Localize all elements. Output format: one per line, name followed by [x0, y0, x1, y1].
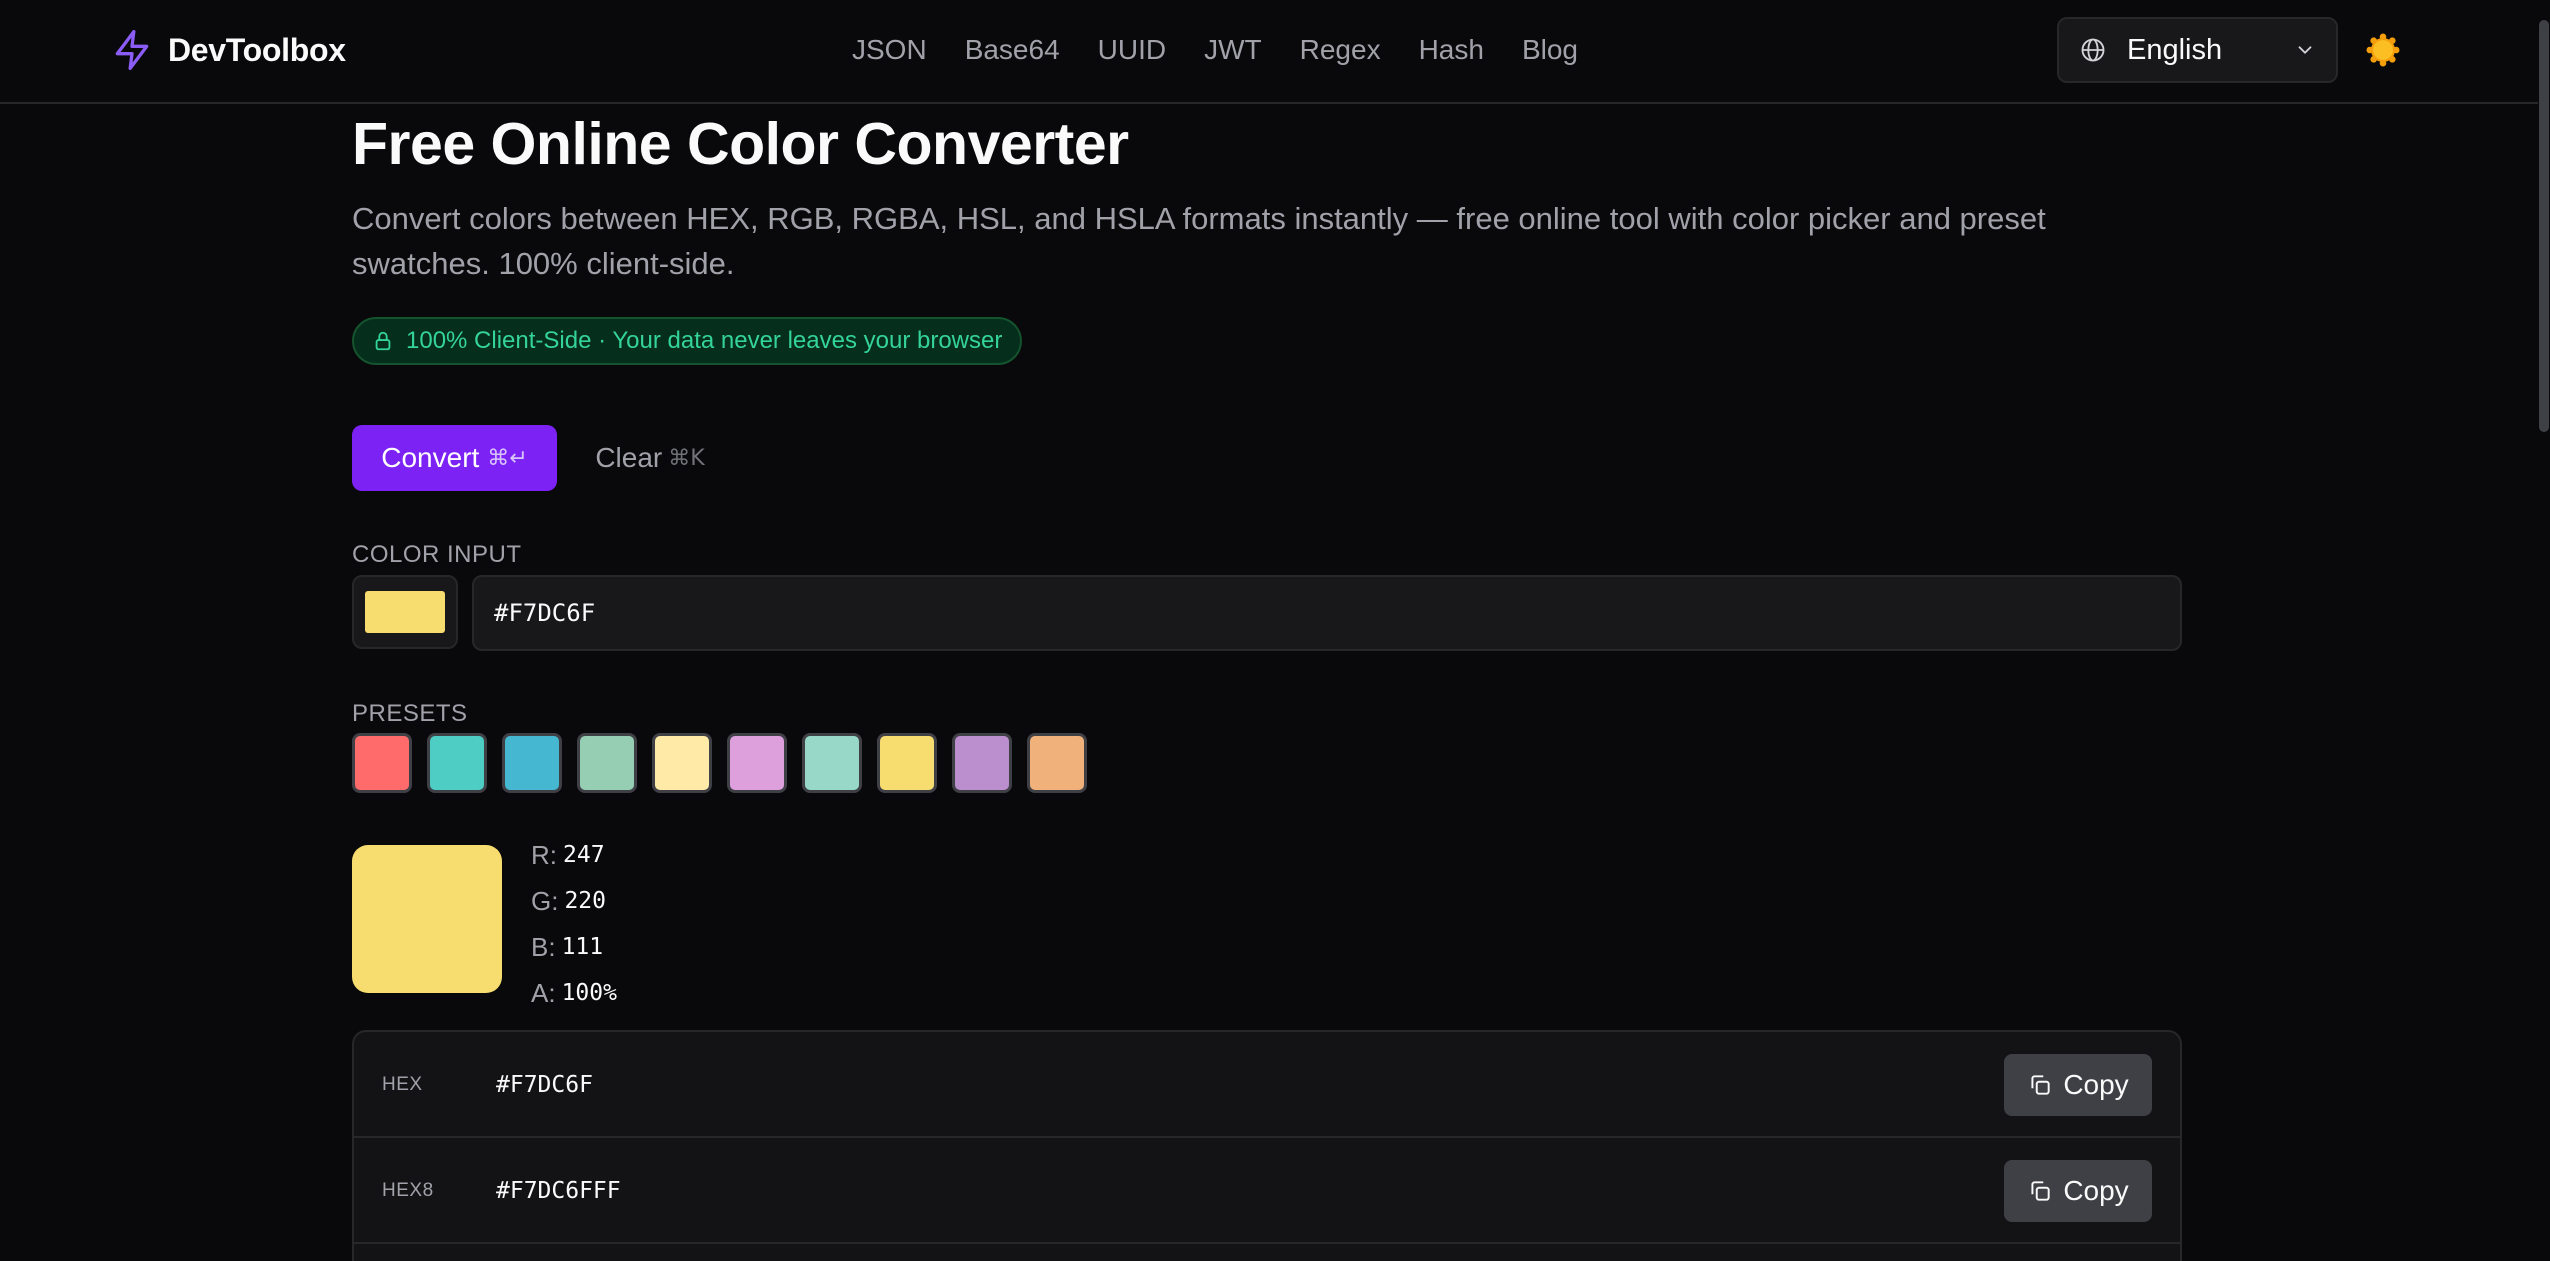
preset-swatch[interactable]	[727, 733, 787, 793]
channel-row-b: B: 111	[531, 924, 617, 970]
color-picker-swatch	[365, 591, 445, 633]
color-picker-button[interactable]	[352, 575, 458, 649]
scrollbar-thumb[interactable]	[2539, 20, 2549, 432]
main-nav: JSON Base64 UUID JWT Regex Hash Blog	[852, 28, 1578, 72]
preset-swatch[interactable]	[352, 733, 412, 793]
theme-toggle-button[interactable]	[2363, 30, 2403, 70]
channel-key: G:	[531, 885, 559, 916]
preset-swatch[interactable]	[1027, 733, 1087, 793]
channel-row-r: R: 247	[531, 832, 617, 878]
channel-row-g: G: 220	[531, 878, 617, 924]
nav-link-regex[interactable]: Regex	[1300, 34, 1381, 66]
format-row-hex8: HEX8 #F7DC6FFF Copy	[354, 1138, 2180, 1244]
page-title: Free Online Color Converter	[352, 111, 1129, 177]
formats-card: HEX #F7DC6F Copy HEX8 #F7DC6FFF Copy	[352, 1030, 2182, 1261]
lock-icon	[375, 331, 391, 351]
channel-key: A:	[531, 977, 556, 1008]
nav-link-hash[interactable]: Hash	[1419, 34, 1484, 66]
copy-button-label: Copy	[2063, 1069, 2129, 1100]
brand-name: DevToolbox	[168, 31, 346, 68]
color-preview-swatch	[352, 845, 502, 993]
nav-link-json[interactable]: JSON	[852, 34, 927, 66]
sun-icon	[2366, 33, 2400, 67]
convert-button[interactable]: Convert ⌘↵	[352, 425, 557, 491]
page-scrollbar[interactable]	[2538, 0, 2550, 1261]
format-label: HEX	[382, 1074, 423, 1095]
channel-value: 111	[561, 934, 604, 960]
copy-icon	[2031, 1075, 2050, 1095]
color-input-label: COLOR INPUT	[352, 541, 522, 568]
preset-swatch[interactable]	[502, 733, 562, 793]
copy-button-label: Copy	[2063, 1175, 2129, 1206]
brand-logo-link[interactable]: DevToolbox	[110, 26, 346, 74]
nav-link-uuid[interactable]: UUID	[1098, 34, 1166, 66]
channel-key: R:	[531, 839, 557, 870]
clear-button-label: Clear	[595, 442, 663, 473]
preset-swatch[interactable]	[952, 733, 1012, 793]
copy-hex8-button[interactable]: Copy	[2004, 1160, 2152, 1222]
channel-key: B:	[531, 931, 556, 962]
clear-shortcut: ⌘K	[668, 445, 705, 471]
convert-button-label: Convert	[381, 442, 480, 473]
clear-button[interactable]: Clear ⌘K	[580, 425, 720, 491]
copy-icon	[2031, 1181, 2050, 1201]
color-text-input[interactable]	[472, 575, 2182, 651]
format-row-hex: HEX #F7DC6F Copy	[354, 1032, 2180, 1138]
lightning-icon	[115, 30, 149, 70]
privacy-badge: 100% Client-Side · Your data never leave…	[352, 317, 1023, 365]
channel-value: 100%	[561, 980, 617, 1006]
globe-icon	[2081, 38, 2105, 62]
format-label: HEX8	[382, 1180, 434, 1201]
nav-link-base64[interactable]: Base64	[965, 34, 1060, 66]
top-navbar: DevToolbox JSON Base64 UUID JWT Regex Ha…	[0, 0, 2538, 104]
preset-swatch[interactable]	[877, 733, 937, 793]
copy-hex-button[interactable]: Copy	[2004, 1054, 2152, 1116]
channel-value: 220	[564, 888, 606, 914]
page-description: Convert colors between HEX, RGB, RGBA, H…	[352, 201, 2046, 281]
language-value: English	[2127, 33, 2223, 66]
nav-link-jwt[interactable]: JWT	[1204, 34, 1262, 66]
channel-row-a: A: 100%	[531, 970, 617, 1016]
preset-swatch[interactable]	[802, 733, 862, 793]
privacy-badge-text: 100% Client-Side · Your data never leave…	[406, 327, 1003, 354]
presets-label: PRESETS	[352, 700, 468, 727]
preset-swatch[interactable]	[427, 733, 487, 793]
format-value[interactable]: #F7DC6F	[496, 1032, 593, 1138]
rgba-channels: R: 247 G: 220 B: 111 A: 100%	[531, 832, 617, 1016]
language-select[interactable]: English	[2057, 17, 2338, 83]
nav-link-blog[interactable]: Blog	[1522, 34, 1578, 66]
format-value[interactable]: #F7DC6FFF	[496, 1138, 621, 1244]
preset-swatch[interactable]	[652, 733, 712, 793]
preset-swatch[interactable]	[577, 733, 637, 793]
chevron-down-icon	[2298, 46, 2312, 54]
presets-row	[352, 733, 1087, 793]
channel-value: 247	[563, 842, 605, 868]
convert-shortcut: ⌘↵	[487, 445, 528, 471]
